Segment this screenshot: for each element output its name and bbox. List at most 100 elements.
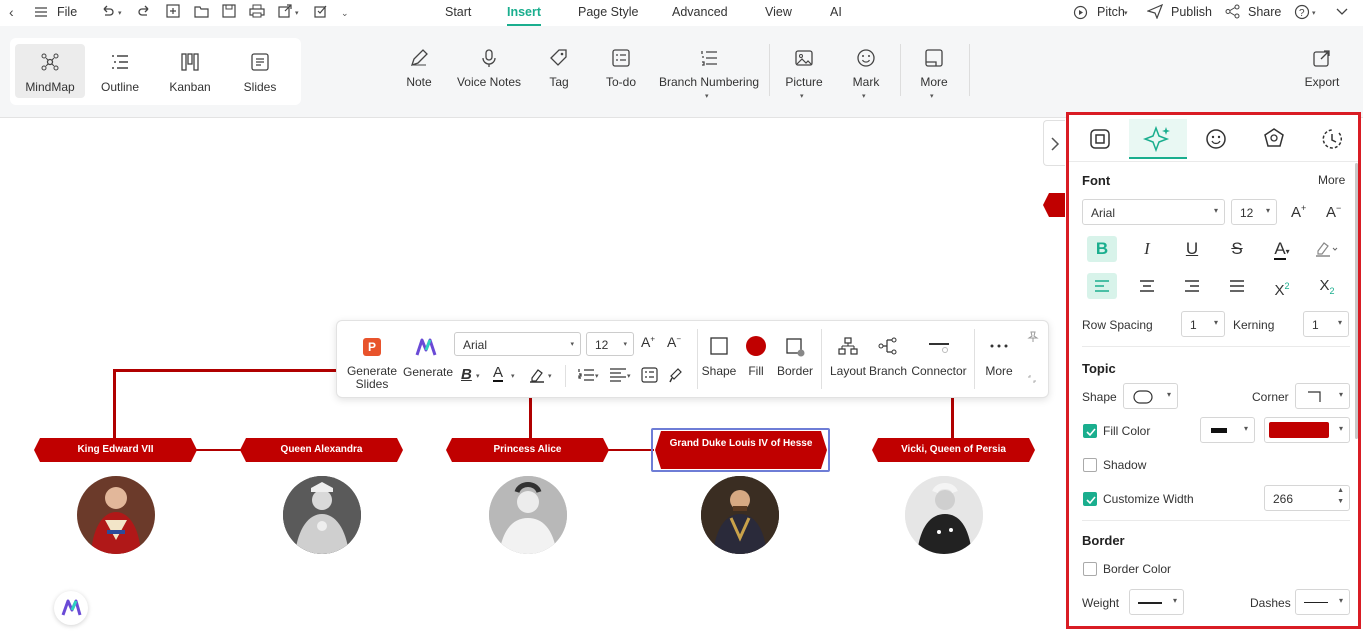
tab-style[interactable] [1071,119,1129,159]
tag-button[interactable]: Tag [540,46,578,106]
text-box-icon[interactable] [641,367,658,383]
tab-page-style[interactable]: Page Style [578,5,638,19]
pitch-button[interactable]: Pitch [1097,5,1125,19]
redo-icon[interactable] [138,4,152,21]
more-quick-tools-icon[interactable]: ⌄ [341,8,349,19]
save-icon[interactable] [222,4,236,21]
topic-vicki-queen-persia[interactable]: Vicki, Queen of Persia [872,438,1035,462]
note-button[interactable]: Note [398,46,440,106]
topic-grand-duke-louis[interactable]: Grand Duke Louis IV of Hesse [655,431,827,469]
tab-theme[interactable] [1245,119,1303,159]
align-left-button[interactable] [1087,273,1117,299]
font-more-link[interactable]: More [1318,173,1345,187]
list-dropdown-icon[interactable]: ▾ [595,372,599,380]
settings-expand-icon[interactable] [1335,4,1349,21]
topic-king-edward[interactable]: King Edward VII [34,438,197,462]
layout-button[interactable]: Layout [828,364,868,378]
portrait-vicki-queen-persia[interactable] [905,476,983,554]
panel-font-family-select[interactable]: Arial ▾ [1082,199,1225,225]
connector-button[interactable]: Connector [911,364,967,378]
hamburger-icon[interactable] [34,5,48,22]
format-painter-icon[interactable] [668,367,684,383]
shape-select[interactable]: ▾ [1123,383,1178,409]
align-right-button[interactable] [1177,273,1207,299]
offscreen-topic[interactable] [1043,193,1065,217]
align-center-button[interactable] [1132,273,1162,299]
border-dashes-select[interactable]: ▾ [1295,589,1350,615]
tab-history[interactable] [1303,119,1361,159]
undo-icon[interactable] [100,4,114,21]
mark-dropdown-icon[interactable]: ▾ [862,92,866,100]
fill-color-picker[interactable]: ▾ [1264,417,1350,443]
fill-button[interactable]: Fill [741,364,771,378]
topic-princess-alice[interactable]: Princess Alice [446,438,609,462]
branch-numbering-dropdown-icon[interactable]: ▾ [705,92,709,100]
underline-button[interactable]: U [1177,236,1207,262]
stepper-up-icon[interactable]: ▲ [1337,487,1344,494]
collapse-panel-handle[interactable] [1043,120,1065,166]
help-icon[interactable]: ? [1294,4,1310,23]
decrease-font-icon[interactable]: A− [667,334,681,350]
export-share-icon[interactable] [278,4,293,21]
branch-button[interactable]: Branch [868,364,908,378]
list-numbering-icon[interactable] [577,367,595,383]
decrease-font-icon[interactable]: A− [1326,203,1341,221]
todo-button[interactable]: To-do [600,46,642,106]
generate-slides-button[interactable]: Generate Slides [345,365,399,391]
tab-insert[interactable]: Insert [507,5,542,26]
file-menu[interactable]: File [57,5,77,19]
border-weight-select[interactable]: ▾ [1129,589,1184,615]
italic-button[interactable]: I [1132,236,1162,262]
view-mindmap-button[interactable]: MindMap [15,44,85,98]
more-button[interactable]: More ▾ [914,46,954,106]
font-size-select[interactable]: 12 ▾ [586,332,634,356]
highlight-icon[interactable] [529,367,545,383]
panel-font-size-select[interactable]: 12 ▾ [1231,199,1277,225]
tab-ai-format[interactable] [1129,119,1187,159]
font-color-icon[interactable]: A [493,365,504,382]
app-logo-button[interactable] [54,591,88,625]
fill-type-select[interactable]: ▾ [1200,417,1255,443]
increase-font-icon[interactable]: A+ [641,334,655,350]
more-options-button[interactable]: More [982,364,1016,378]
export-button[interactable]: Export [1300,46,1344,106]
picture-button[interactable]: Picture ▾ [782,46,826,106]
new-file-icon[interactable] [166,4,180,21]
corner-select[interactable]: ▾ [1295,383,1350,409]
more-dropdown-icon[interactable]: ▾ [930,92,934,100]
tab-start[interactable]: Start [445,5,471,19]
kerning-select[interactable]: 1 ▾ [1303,311,1349,337]
voice-notes-button[interactable]: Voice Notes [456,46,522,106]
portrait-grand-duke-louis[interactable] [701,476,779,554]
generate-button[interactable]: Generate [403,365,453,379]
shadow-checkbox[interactable] [1083,458,1097,472]
panel-scrollbar[interactable] [1355,163,1358,439]
portrait-princess-alice[interactable] [489,476,567,554]
bold-icon[interactable]: B [461,366,472,383]
portrait-king-edward[interactable] [77,476,155,554]
fill-color-checkbox[interactable] [1083,424,1097,438]
subscript-button[interactable]: X2 [1312,273,1342,299]
width-stepper[interactable]: 266 ▲ ▼ [1264,485,1350,511]
pitch-dropdown-icon[interactable]: ▾ [1124,9,1128,17]
open-folder-icon[interactable] [194,4,209,21]
justify-button[interactable] [1222,273,1252,299]
pin-icon[interactable] [1027,331,1039,343]
font-color-dropdown-icon[interactable]: ▾ [511,372,515,380]
help-dropdown-icon[interactable]: ▾ [1312,9,1316,17]
strikethrough-button[interactable]: S [1222,236,1252,262]
back-icon[interactable]: ‹ [9,4,14,20]
view-kanban-button[interactable]: Kanban [155,44,225,98]
customize-width-checkbox[interactable] [1083,492,1097,506]
tab-advanced[interactable]: Advanced [672,5,728,19]
export-dropdown-icon[interactable]: ▾ [295,9,299,17]
portrait-queen-alexandra[interactable] [283,476,361,554]
view-slides-button[interactable]: Slides [225,44,295,98]
branch-numbering-button[interactable]: Branch Numbering ▾ [659,46,759,106]
bold-button[interactable]: B [1087,236,1117,262]
resize-icon[interactable] [1027,374,1037,384]
topic-queen-alexandra[interactable]: Queen Alexandra [240,438,403,462]
checklist-icon[interactable] [314,4,329,21]
align-icon[interactable] [609,367,627,383]
increase-font-icon[interactable]: A+ [1291,203,1306,221]
